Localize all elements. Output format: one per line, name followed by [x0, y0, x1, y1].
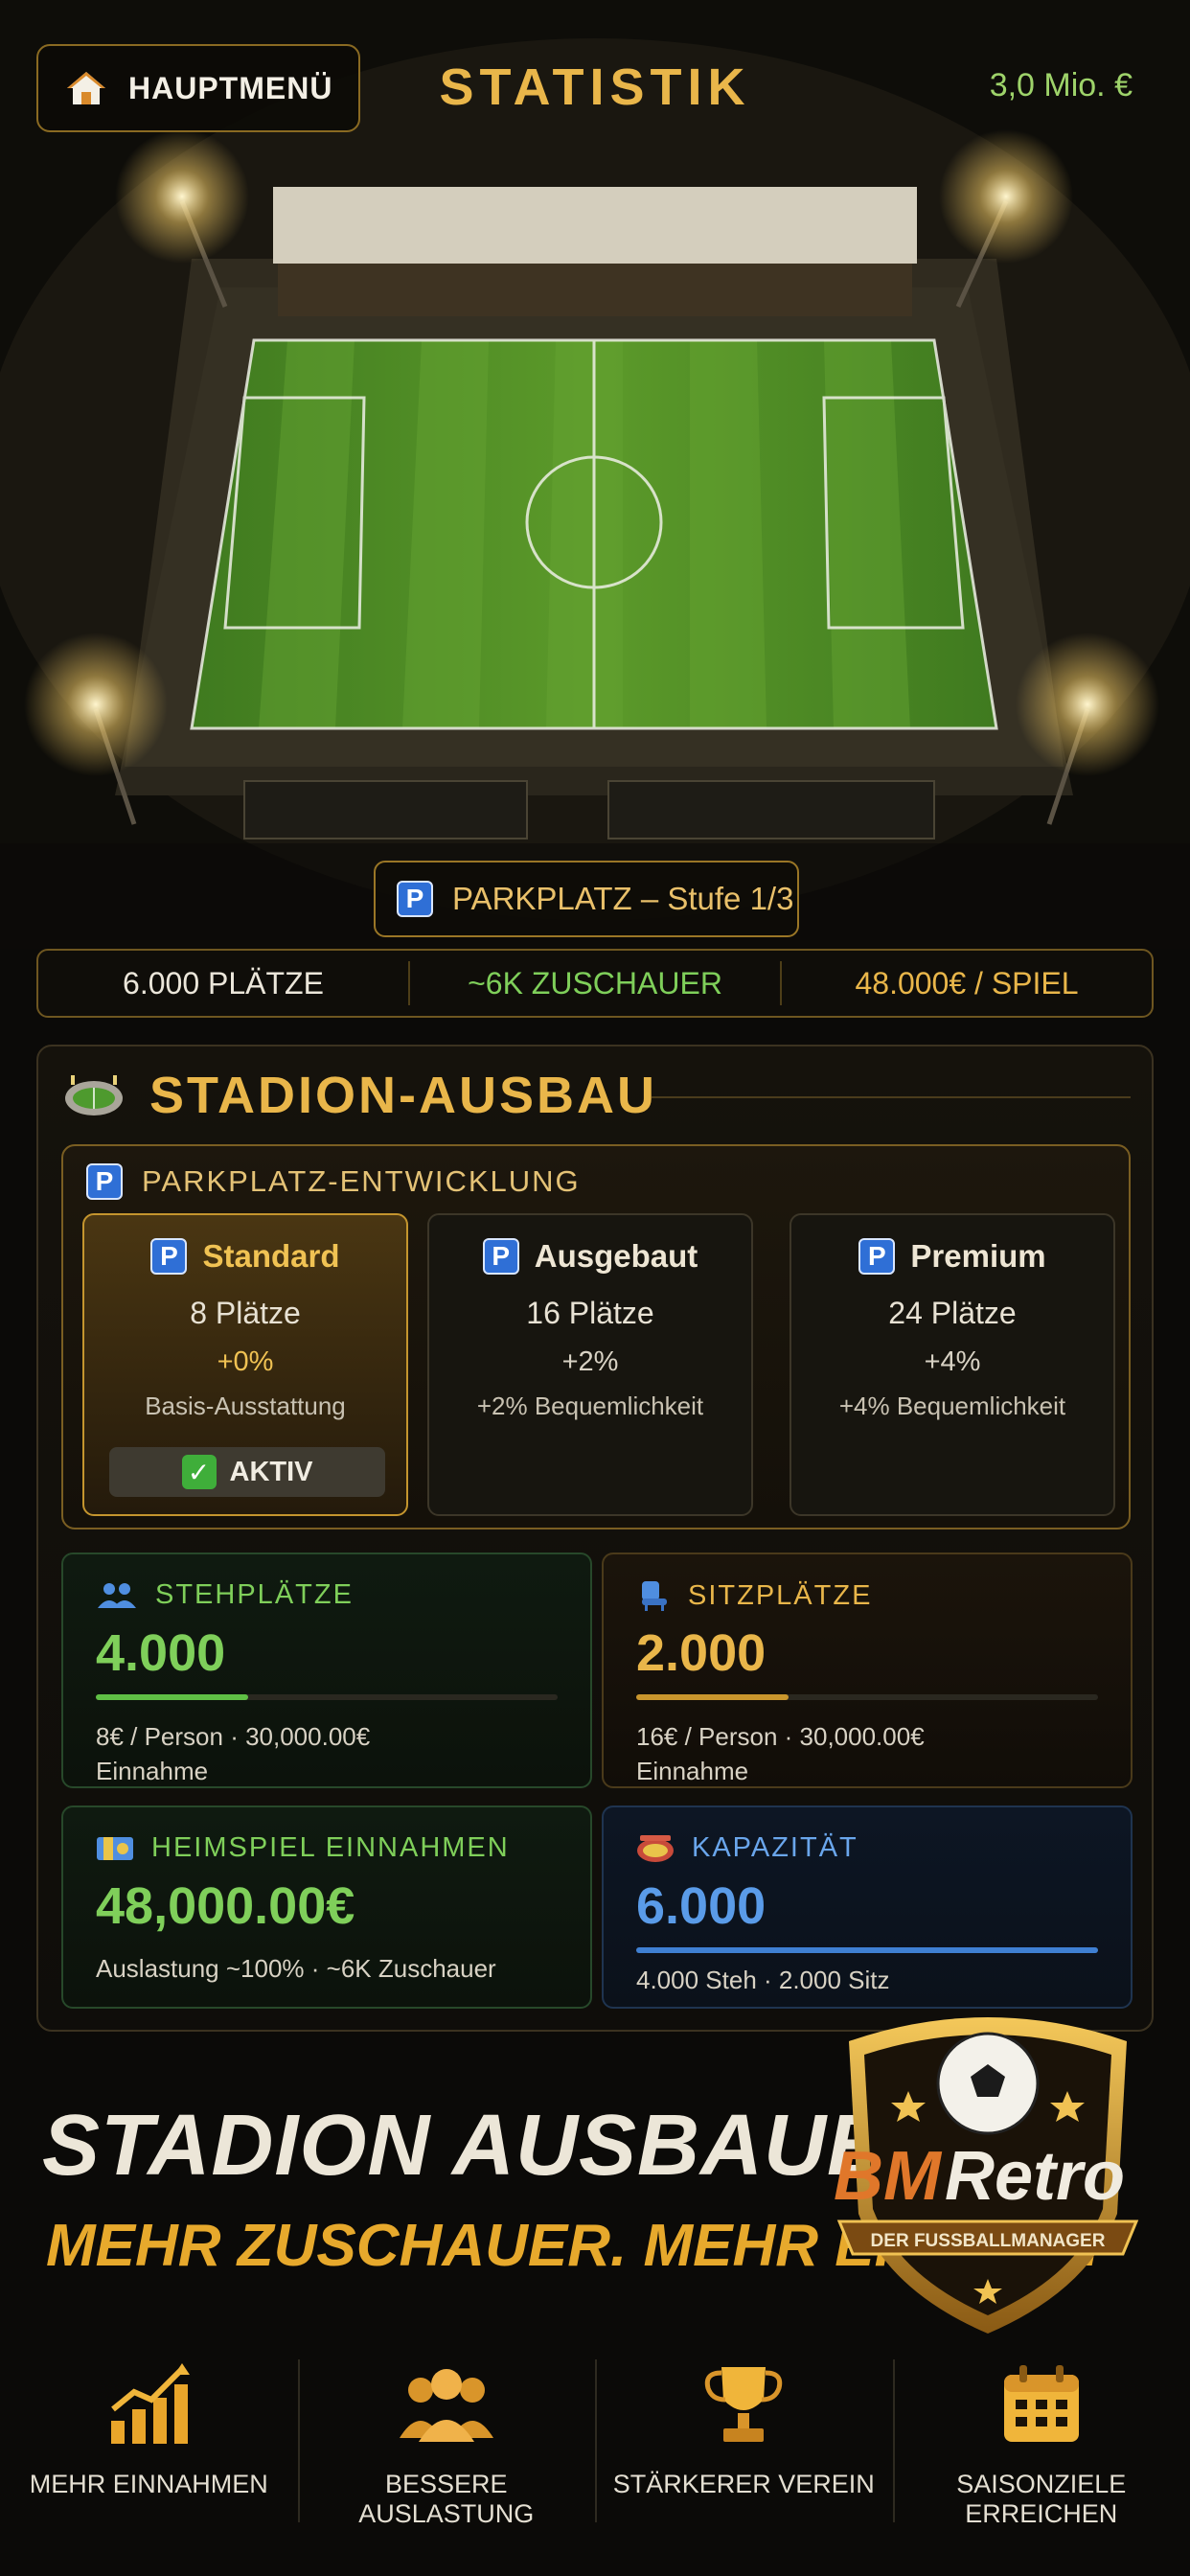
seated-places-value: 2.000	[636, 1624, 767, 1682]
parking-icon: P	[86, 1163, 123, 1200]
parking-icon: P	[397, 881, 433, 917]
active-status-badge: ✓ AKTIV	[109, 1447, 385, 1497]
parking-level-chip[interactable]: P PARKPLATZ – Stufe 1/3	[374, 861, 799, 937]
logo-retro-text: Retro	[945, 2138, 1126, 2215]
stadium-icon	[65, 1075, 123, 1116]
capacity-fill	[636, 1947, 1098, 1953]
trophy-icon	[705, 2367, 783, 2442]
capacity-stat: 6.000 PLÄTZE	[123, 965, 324, 1000]
chart-up-icon	[111, 2363, 191, 2444]
checkmark-icon: ✓	[181, 1455, 217, 1489]
parking-icon: P	[482, 1238, 519, 1275]
card-detail: 16€ / Person · 30,000.00€	[636, 1722, 925, 1751]
capacity-bar	[636, 1947, 1098, 1953]
home-game-income-card[interactable]: HEIMSPIEL EINNAHMEN 48,000.00€ Auslastun…	[61, 1806, 592, 2009]
budget-display: 3,0 Mio. €	[989, 67, 1133, 104]
feature-label: BESSERE AUSLASTUNG	[358, 2470, 535, 2528]
capacity-card[interactable]: KAPAZITÄT 6.000 4.000 Steh · 2.000 Sitz	[602, 1806, 1133, 2009]
feature-label: SAISONZIELE ERREICHEN	[956, 2470, 1127, 2528]
option-name: Standard	[202, 1238, 340, 1274]
card-detail: Einnahme	[636, 1757, 749, 1785]
people-icon	[98, 1582, 136, 1608]
top-bar: HAUPTMENÜ STATISTIK 3,0 Mio. €	[0, 0, 1190, 172]
seat-icon	[642, 1581, 667, 1611]
option-bonus: +0%	[217, 1346, 274, 1377]
option-name: Ausgebaut	[534, 1238, 698, 1274]
option-seats: 24 Plätze	[888, 1296, 1017, 1330]
card-detail: Auslastung ~100% · ~6K Zuschauer	[96, 1954, 496, 1983]
seated-share-fill	[636, 1694, 790, 1700]
logo-bm-text: BM	[834, 2138, 941, 2215]
standing-share-fill	[96, 1694, 249, 1700]
card-title: SITZPLÄTZE	[688, 1579, 873, 1611]
parking-icon: P	[150, 1238, 188, 1275]
spectators-stat: ~6K ZUSCHAUER	[468, 965, 722, 1000]
logo-subtitle: DER FUSSBALLMANAGER	[870, 2231, 1106, 2251]
standing-share-bar	[96, 1694, 558, 1700]
option-bonus: +2%	[561, 1346, 619, 1377]
feature-season-goals[interactable]: SAISONZIELE ERREICHEN	[892, 2338, 1190, 2576]
option-name: Premium	[910, 1238, 1046, 1274]
parking-development-box: P PARKPLATZ-ENTWICKLUNG P Standard 8 Plä…	[61, 1144, 1131, 1530]
card-detail: Einnahme	[96, 1757, 209, 1785]
seated-places-card[interactable]: SITZPLÄTZE 2.000 16€ / Person · 30,000.0…	[602, 1552, 1133, 1788]
capacity-value: 6.000	[636, 1877, 767, 1935]
divider	[652, 1096, 1131, 1098]
seated-share-bar	[636, 1694, 1098, 1700]
feature-label: STÄRKERER VEREIN	[612, 2470, 875, 2498]
feature-more-income[interactable]: MEHR EINNAHMEN	[0, 2338, 298, 2576]
card-detail: 8€ / Person · 30,000.00€	[96, 1722, 371, 1751]
feature-row: MEHR EINNAHMEN BESSERE AUSLASTUNG STÄRKE…	[0, 2338, 1190, 2576]
option-seats: 16 Plätze	[526, 1296, 654, 1330]
stadium-icon	[637, 1834, 674, 1862]
bmretro-logo: BM Retro DER FUSSBALLMANAGER	[811, 2003, 1165, 2338]
option-description: Basis-Ausstattung	[145, 1392, 346, 1420]
parking-development-title: PARKPLATZ-ENTWICKLUNG	[142, 1164, 581, 1198]
card-detail: 4.000 Steh · 2.000 Sitz	[636, 1966, 890, 1994]
option-description: +2% Bequemlichkeit	[476, 1392, 704, 1420]
stadium-stats-strip: 6.000 PLÄTZE ~6K ZUSCHAUER 48.000€ / SPI…	[36, 949, 1154, 1018]
card-title: HEIMSPIEL EINNAHMEN	[151, 1832, 510, 1863]
feature-stronger-club[interactable]: STÄRKERER VEREIN	[595, 2338, 893, 2576]
active-status-label: AKTIV	[229, 1456, 313, 1487]
parking-level-label: PARKPLATZ – Stufe 1/3	[452, 881, 794, 916]
option-bonus: +4%	[924, 1346, 981, 1377]
stadium-expansion-panel: STADION-AUSBAU P PARKPLATZ-ENTWICKLUNG P…	[36, 1045, 1154, 2032]
home-game-income-value: 48,000.00€	[96, 1877, 355, 1935]
parking-option-premium[interactable]: P Premium 24 Plätze +4% +4% Bequemlichke…	[790, 1213, 1115, 1516]
money-icon	[97, 1836, 133, 1860]
panel-title: STADION-AUSBAU	[149, 1067, 657, 1124]
option-seats: 8 Plätze	[190, 1296, 301, 1330]
option-description: +4% Bequemlichkeit	[838, 1392, 1066, 1420]
standing-places-card[interactable]: STEHPLÄTZE 4.000 8€ / Person · 30,000.00…	[61, 1552, 592, 1788]
feature-label: MEHR EINNAHMEN	[29, 2470, 268, 2498]
feature-better-attendance[interactable]: BESSERE AUSLASTUNG	[297, 2338, 596, 2576]
card-title: KAPAZITÄT	[692, 1832, 858, 1863]
parking-option-standard[interactable]: P Standard 8 Plätze +0% Basis-Ausstattun…	[82, 1213, 408, 1516]
parking-icon: P	[858, 1238, 896, 1275]
people-icon	[399, 2369, 493, 2442]
calendar-icon	[1003, 2365, 1079, 2442]
parking-option-ausgebaut[interactable]: P Ausgebaut 16 Plätze +2% +2% Bequemlich…	[427, 1213, 753, 1516]
income-stat: 48.000€ / SPIEL	[855, 965, 1079, 1000]
card-title: STEHPLÄTZE	[155, 1579, 354, 1610]
standing-places-value: 4.000	[96, 1624, 226, 1682]
